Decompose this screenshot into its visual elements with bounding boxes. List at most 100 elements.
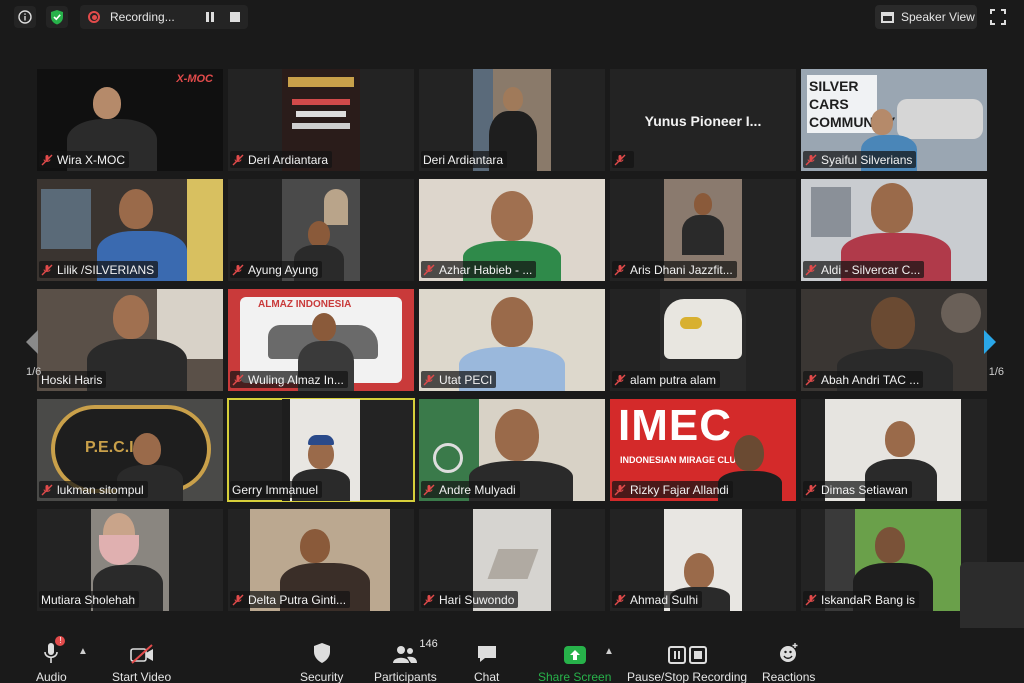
participant-name: Syaiful Silverians bbox=[821, 152, 913, 167]
reactions-smiley-icon bbox=[779, 643, 798, 662]
next-page-icon[interactable] bbox=[980, 328, 1000, 356]
participant-tile[interactable]: alam putra alam bbox=[610, 289, 796, 391]
participant-display-name: Yunus Pioneer I... bbox=[644, 113, 762, 129]
chat-label: Chat bbox=[474, 670, 500, 683]
participant-tile[interactable]: Dimas Setiawan bbox=[801, 399, 987, 501]
audio-button[interactable]: ! Audio bbox=[36, 636, 67, 683]
audio-warning-badge: ! bbox=[55, 636, 66, 646]
participant-name-tag: Lilik /SILVERIANS bbox=[39, 261, 159, 278]
top-bar: Recording... Speaker View bbox=[0, 0, 1024, 34]
mic-muted-icon bbox=[805, 484, 817, 495]
participant-tile[interactable]: ALMAZ INDONESIA Wuling Almaz In... bbox=[228, 289, 414, 391]
mic-muted-icon bbox=[614, 264, 626, 275]
participant-name: Ahmad Sulhi bbox=[630, 592, 699, 607]
recording-indicator: Recording... bbox=[80, 5, 248, 29]
video-off-icon bbox=[129, 644, 153, 664]
share-screen-button[interactable]: Share Screen bbox=[538, 640, 611, 683]
participant-name-tag: lukman sitompul bbox=[39, 481, 148, 498]
page-indicator-left: 1/6 bbox=[26, 366, 42, 378]
mic-muted-icon bbox=[423, 594, 435, 605]
participant-name: Dimas Setiawan bbox=[821, 482, 908, 497]
participant-tile[interactable]: Ayung Ayung bbox=[228, 179, 414, 281]
participant-tile[interactable]: Lilik /SILVERIANS bbox=[37, 179, 223, 281]
participant-tile[interactable]: Deri Ardiantara bbox=[419, 69, 605, 171]
participant-name-tag: Aldi - Silvercar C... bbox=[803, 261, 925, 278]
participant-tile[interactable]: Deri Ardiantara bbox=[228, 69, 414, 171]
pause-recording-icon[interactable] bbox=[206, 12, 216, 22]
fullscreen-icon[interactable] bbox=[990, 9, 1006, 25]
mic-muted-icon bbox=[41, 264, 53, 275]
participant-tile[interactable]: Delta Putra Ginti... bbox=[228, 509, 414, 611]
almaz-logo: ALMAZ INDONESIA bbox=[258, 299, 352, 310]
meeting-info-icon[interactable] bbox=[14, 6, 36, 28]
participant-name: Delta Putra Ginti... bbox=[248, 592, 347, 607]
participant-name-tag: Abah Andri TAC ... bbox=[803, 371, 924, 388]
recording-dot-icon bbox=[88, 11, 100, 23]
participant-name: Aris Dhani Jazzfit... bbox=[630, 262, 733, 277]
participant-tile[interactable]: Aris Dhani Jazzfit... bbox=[610, 179, 796, 281]
reactions-button[interactable]: Reactions bbox=[762, 640, 815, 683]
participant-tile[interactable]: Ahmad Sulhi bbox=[610, 509, 796, 611]
participant-tile[interactable]: Hari Suwondo bbox=[419, 509, 605, 611]
chat-button[interactable]: Chat bbox=[474, 640, 499, 683]
participant-tile[interactable]: Yunus Pioneer I... bbox=[610, 69, 796, 171]
participant-name: IskandaR Bang is bbox=[821, 592, 916, 607]
speaker-view-button[interactable]: Speaker View bbox=[875, 5, 977, 29]
zoom-meeting-window: Recording... Speaker View X-MOC Wira X-M… bbox=[0, 0, 1024, 683]
mic-muted-icon bbox=[423, 264, 435, 275]
recording-label: Recording... bbox=[110, 10, 175, 24]
share-options-chevron-icon[interactable]: ▲ bbox=[604, 646, 614, 657]
participant-name-tag: Hari Suwondo bbox=[421, 591, 519, 608]
participants-button[interactable]: 146 Participants bbox=[374, 638, 438, 683]
participants-icon bbox=[393, 646, 418, 663]
participant-tile-active-speaker[interactable]: Gerry Immanuel bbox=[227, 398, 415, 502]
pause-stop-recording-button[interactable]: Pause/Stop Recording bbox=[627, 640, 747, 683]
participant-tile[interactable]: Aldi - Silvercar C... bbox=[801, 179, 987, 281]
participant-name: Deri Ardiantara bbox=[248, 152, 329, 167]
participant-name-tag: Wuling Almaz In... bbox=[230, 371, 348, 388]
participant-name-tag: Rizky Fajar Allandi bbox=[612, 481, 733, 498]
participant-name-tag: Dimas Setiawan bbox=[803, 481, 912, 498]
participant-name-tag: Andre Mulyadi bbox=[421, 481, 520, 498]
participant-name: Deri Ardiantara bbox=[423, 152, 504, 167]
start-video-button[interactable]: Start Video bbox=[112, 640, 171, 683]
participant-tile[interactable]: P.E.C.I. lukman sitompul bbox=[37, 399, 223, 501]
participant-name: lukman sitompul bbox=[57, 482, 144, 497]
encryption-shield-icon[interactable] bbox=[46, 6, 68, 28]
participant-name-tag: Utat PECI bbox=[421, 371, 497, 388]
mic-muted-icon bbox=[41, 484, 53, 495]
participant-tile[interactable]: Utat PECI bbox=[419, 289, 605, 391]
participants-label: Participants bbox=[374, 670, 437, 683]
reactions-label: Reactions bbox=[762, 670, 816, 683]
participant-tile[interactable]: Mutiara Sholehah bbox=[37, 509, 223, 611]
security-button[interactable]: Security bbox=[300, 640, 343, 683]
mic-muted-icon bbox=[805, 154, 817, 165]
audio-options-chevron-icon[interactable]: ▲ bbox=[78, 646, 88, 657]
mic-muted-icon bbox=[614, 484, 626, 495]
participant-tile[interactable]: Andre Mulyadi bbox=[419, 399, 605, 501]
stop-recording-icon[interactable] bbox=[230, 12, 240, 22]
previous-page-icon[interactable] bbox=[22, 328, 42, 356]
participant-name: Hari Suwondo bbox=[439, 592, 515, 607]
participant-name: Azhar Habieb - ... bbox=[439, 262, 533, 277]
mic-muted-icon bbox=[423, 374, 435, 385]
participant-tile[interactable]: Abah Andri TAC ... bbox=[801, 289, 987, 391]
mic-muted-icon bbox=[41, 154, 53, 165]
speaker-view-icon bbox=[881, 11, 894, 23]
participant-tile[interactable]: X-MOC Wira X-MOC bbox=[37, 69, 223, 171]
mic-muted-icon bbox=[423, 484, 435, 495]
mic-muted-icon bbox=[614, 594, 626, 605]
participant-tile[interactable]: IMEC INDONESIAN MIRAGE CLUB Rizky Fajar … bbox=[610, 399, 796, 501]
chat-bubble-icon bbox=[477, 646, 496, 662]
imec-logo: IMEC bbox=[618, 401, 732, 450]
participant-tile[interactable]: Hoski Haris bbox=[37, 289, 223, 391]
participant-name-tag: alam putra alam bbox=[612, 371, 721, 388]
participant-name: alam putra alam bbox=[630, 372, 717, 387]
participant-name-tag: Aris Dhani Jazzfit... bbox=[612, 261, 737, 278]
xmoc-logo: X-MOC bbox=[176, 73, 213, 85]
participant-tile[interactable]: SILVER CARS COMMUNITY Syaiful Silverians bbox=[801, 69, 987, 171]
security-label: Security bbox=[300, 670, 344, 683]
participant-name: Aldi - Silvercar C... bbox=[821, 262, 921, 277]
participant-tile[interactable]: Azhar Habieb - ... bbox=[419, 179, 605, 281]
participant-name: Abah Andri TAC ... bbox=[821, 372, 920, 387]
